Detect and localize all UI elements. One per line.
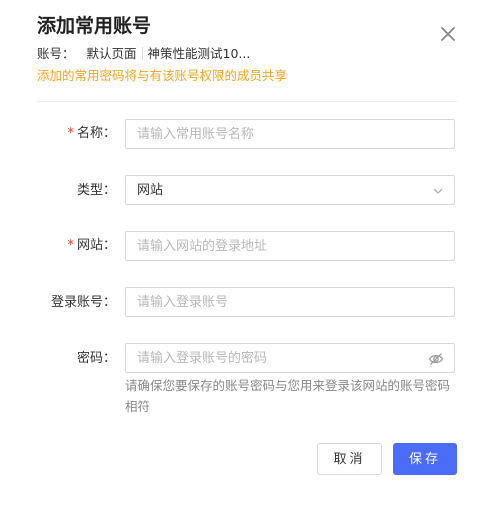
chevron-down-icon [433, 188, 443, 194]
dialog-title: 添加常用账号 [37, 15, 152, 37]
header-divider [37, 101, 457, 102]
name-label: * 名称： [67, 125, 116, 143]
account-page: 默认页面 [86, 46, 137, 61]
share-notice: 添加的常用密码将与有该账号权限的成员共享 [37, 68, 288, 83]
account-info: 账号： 默认页面 神策性能测试10... [37, 45, 250, 63]
add-account-dialog: 添加常用账号 账号： 默认页面 神策性能测试10... 添加的常用密码将与有该账号权… [0, 0, 496, 505]
eye-off-icon[interactable] [428, 352, 444, 366]
account-separator [141, 47, 143, 60]
login-placeholder: 请输入登录账号 [137, 295, 229, 310]
login-label: 登录账号： [51, 294, 116, 312]
site-label: * 网站： [67, 237, 116, 255]
type-select[interactable]: 网站 [125, 175, 455, 205]
type-value: 网站 [137, 183, 164, 198]
name-label-text: 名称： [76, 126, 116, 141]
type-label: 类型： [77, 182, 116, 200]
name-input[interactable]: 请输入常用账号名称 [125, 119, 455, 149]
login-input[interactable]: 请输入登录账号 [125, 287, 455, 317]
site-placeholder: 请输入网站的登录地址 [137, 239, 268, 254]
password-placeholder: 请输入登录账号的密码 [137, 351, 268, 366]
password-hint: 请确保您要保存的账号密码与您用来登录该网站的账号密码相符 [125, 378, 451, 414]
close-icon[interactable] [438, 24, 458, 44]
login-label-text: 登录账号： [50, 295, 116, 310]
account-label: 账号： [37, 46, 75, 61]
password-label: 密码： [77, 350, 116, 368]
name-placeholder: 请输入常用账号名称 [137, 127, 255, 142]
site-label-text: 网站： [76, 238, 116, 253]
required-mark: * [67, 126, 74, 141]
site-input[interactable]: 请输入网站的登录地址 [125, 231, 455, 261]
password-input[interactable]: 请输入登录账号的密码 [125, 343, 455, 373]
cancel-button[interactable]: 取消 [317, 443, 382, 475]
save-button[interactable]: 保存 [393, 443, 457, 475]
type-label-text: 类型： [76, 183, 116, 198]
account-name: 神策性能测试10... [147, 46, 251, 61]
required-mark: * [67, 238, 74, 253]
password-label-text: 密码： [76, 351, 116, 366]
